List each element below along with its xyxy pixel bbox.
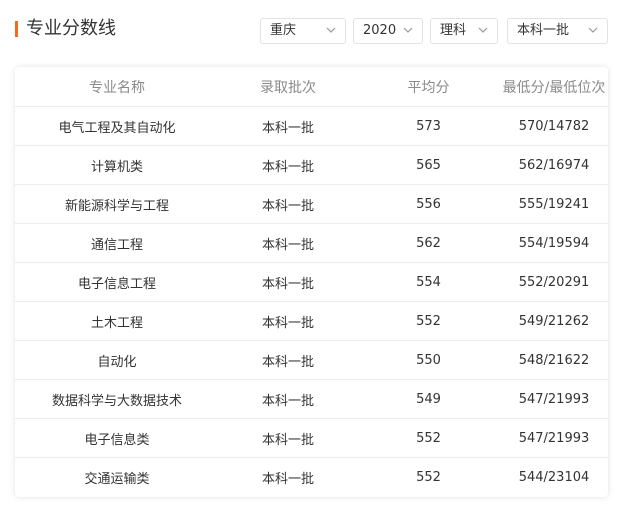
cell-min-score-rank: 547/21993: [500, 418, 608, 458]
table-row: 数据科学与大数据技术 本科一批 549 547/21993: [15, 379, 608, 419]
chevron-down-icon: [403, 27, 413, 33]
table-row: 电子信息类 本科一批 552 547/21993: [15, 418, 608, 458]
cell-batch: 本科一批: [219, 301, 357, 341]
cell-major: 数据科学与大数据技术: [15, 379, 219, 419]
cell-major: 新能源科学与工程: [15, 184, 219, 224]
cell-average: 562: [357, 223, 500, 263]
cell-min-score-rank: 555/19241: [500, 184, 608, 224]
cell-average: 554: [357, 262, 500, 302]
cell-batch: 本科一批: [261, 471, 314, 487]
year-select-value: 2020: [363, 23, 397, 38]
province-select[interactable]: 重庆: [260, 18, 346, 44]
cell-average: 552: [357, 301, 500, 341]
cell-batch: 本科一批: [219, 262, 357, 302]
cell-min-score-rank: 554/19594: [500, 223, 608, 263]
cell-min-score-rank: 552/20291: [500, 262, 608, 302]
chevron-down-icon: [588, 27, 598, 33]
score-table: 专业名称 录取批次 平均分 最低分/最低位次 电气工程及其自动化 本科一批 57…: [15, 67, 608, 496]
column-header-min-score-rank: 最低分/最低位次: [500, 67, 608, 107]
cell-batch: 本科一批: [219, 223, 357, 263]
table-row: 交通运输类 本科一批 552 544/23104: [15, 458, 608, 497]
cell-average: 573: [357, 106, 500, 146]
cell-batch: 本科一批: [219, 418, 357, 458]
column-header-batch: 录取批次: [219, 67, 357, 107]
subject-select-value: 理科: [440, 23, 467, 38]
cell-major: 自动化: [15, 340, 219, 380]
chevron-down-icon: [326, 27, 336, 33]
table-row: 自动化 本科一批 550 548/21622: [15, 340, 608, 380]
cell-batch: 本科一批: [219, 106, 357, 146]
column-header-average: 平均分: [357, 67, 500, 107]
table-row: 通信工程 本科一批 562 554/19594: [15, 223, 608, 263]
cell-batch: 本科一批: [219, 184, 357, 224]
batch-select-value: 本科一批: [517, 23, 570, 38]
cell-average: 552: [357, 418, 500, 458]
cell-major: 交通运输类: [84, 471, 150, 487]
table-row: 新能源科学与工程 本科一批 556 555/19241: [15, 184, 608, 224]
table-header-row: 专业名称 录取批次 平均分 最低分/最低位次: [15, 67, 608, 107]
cell-batch: 本科一批: [219, 379, 357, 419]
subject-select[interactable]: 理科: [430, 18, 498, 44]
cell-major: 电气工程及其自动化: [15, 106, 219, 146]
score-table-card: 专业名称 录取批次 平均分 最低分/最低位次 电气工程及其自动化 本科一批 57…: [15, 67, 608, 497]
province-select-value: 重庆: [270, 23, 297, 38]
table-row: 计算机类 本科一批 565 562/16974: [15, 145, 608, 185]
cell-major: 电子信息类: [15, 418, 219, 458]
header: 专业分数线 重庆 2020 理科 本科一批: [0, 0, 640, 60]
cell-major: 通信工程: [15, 223, 219, 263]
cell-average: 565: [357, 145, 500, 185]
cell-average: 550: [357, 340, 500, 380]
cell-major: 土木工程: [15, 301, 219, 341]
cell-min-score-rank: 549/21262: [500, 301, 608, 341]
table-row: 电气工程及其自动化 本科一批 573 570/14782: [15, 106, 608, 146]
cell-average: 549: [357, 379, 500, 419]
table-row: 土木工程 本科一批 552 549/21262: [15, 301, 608, 341]
title-accent-bar: [15, 21, 18, 37]
page: 专业分数线 重庆 2020 理科 本科一批 专业名称 录取批次 平均分 最低分/…: [0, 0, 640, 527]
cell-average: 556: [357, 184, 500, 224]
cell-min-score-rank: 544/23104: [518, 469, 590, 485]
page-title: 专业分数线: [26, 18, 116, 39]
cell-major: 计算机类: [15, 145, 219, 185]
cell-batch: 本科一批: [219, 145, 357, 185]
chevron-down-icon: [478, 27, 488, 33]
column-header-major: 专业名称: [15, 67, 219, 107]
cell-min-score-rank: 570/14782: [500, 106, 608, 146]
cell-average: 552: [416, 469, 441, 485]
cell-min-score-rank: 548/21622: [500, 340, 608, 380]
table-row: 电子信息工程 本科一批 554 552/20291: [15, 262, 608, 302]
cell-min-score-rank: 547/21993: [500, 379, 608, 419]
cell-batch: 本科一批: [219, 340, 357, 380]
cell-major: 电子信息工程: [15, 262, 219, 302]
year-select[interactable]: 2020: [353, 18, 423, 44]
cell-min-score-rank: 562/16974: [500, 145, 608, 185]
batch-select[interactable]: 本科一批: [507, 18, 608, 44]
